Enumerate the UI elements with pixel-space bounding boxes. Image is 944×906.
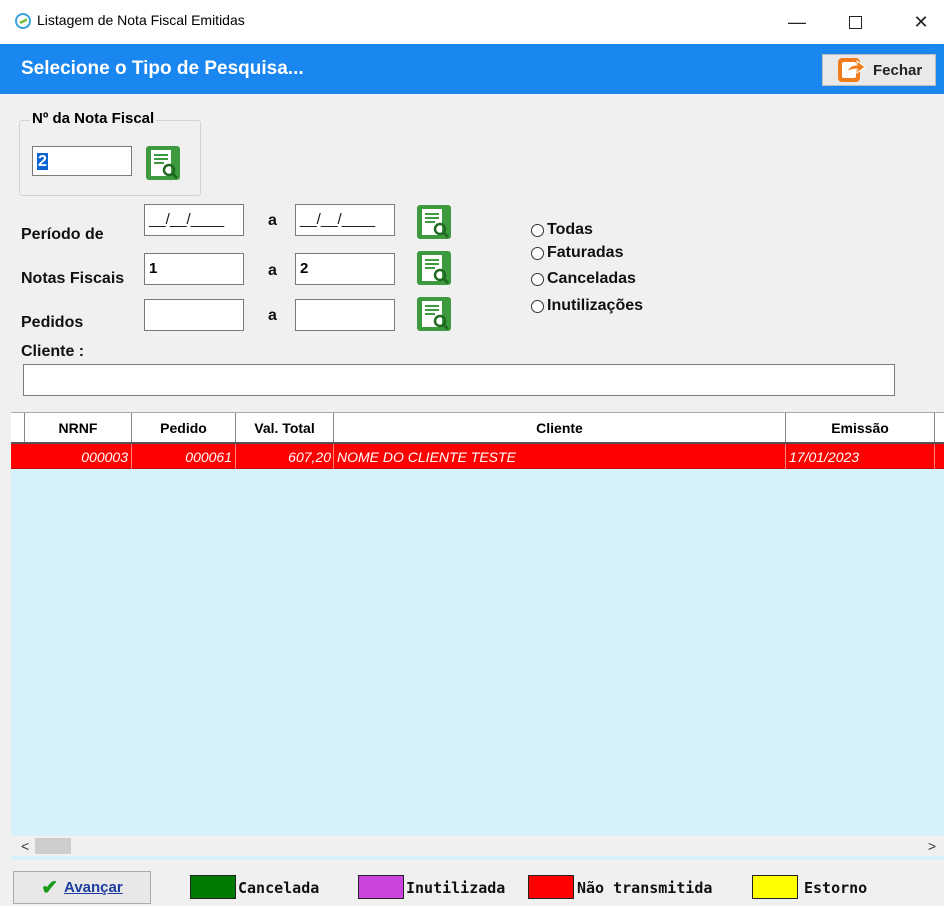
radio-faturadas[interactable]: Faturadas — [531, 244, 623, 262]
search-notas-icon[interactable] — [416, 250, 452, 286]
exit-icon — [838, 58, 866, 82]
legend-swatch-nao-transmitida — [528, 875, 574, 899]
pedidos-a-label: a — [268, 307, 277, 324]
close-button-label: Fechar — [873, 61, 923, 79]
title-bar: Listagem de Nota Fiscal Emitidas — ✕ — [0, 0, 944, 44]
grid-header: NRNF Pedido Val. Total Cliente Emissão — [11, 413, 944, 444]
column-header-nrnf[interactable]: NRNF — [25, 413, 132, 442]
legend-label-cancelada: Cancelada — [238, 879, 320, 897]
column-header-pedido[interactable]: Pedido — [132, 413, 236, 442]
radio-circle-icon — [531, 272, 544, 286]
nota-fiscal-value: 2 — [37, 153, 48, 170]
app-window: Listagem de Nota Fiscal Emitidas — ✕ Sel… — [0, 0, 944, 906]
pedidos-from-input[interactable] — [144, 299, 244, 331]
cliente-input[interactable] — [23, 364, 895, 396]
search-nota-icon[interactable] — [145, 145, 181, 181]
maximize-icon — [848, 15, 862, 29]
minimize-button[interactable]: — — [774, 8, 820, 36]
pedidos-to-input[interactable] — [295, 299, 395, 331]
search-pedidos-icon[interactable] — [416, 296, 452, 332]
search-periodo-icon[interactable] — [416, 204, 452, 240]
legend-label-nao-transmitida: Não transmitida — [577, 879, 713, 897]
window-title: Listagem de Nota Fiscal Emitidas — [37, 12, 245, 28]
radio-circle-icon — [531, 223, 544, 237]
column-header-cliente[interactable]: Cliente — [334, 413, 786, 442]
radio-label: Todas — [547, 221, 593, 238]
periodo-label: Período de — [21, 226, 104, 243]
header-title: Selecione o Tipo de Pesquisa... — [21, 58, 304, 79]
radio-todas[interactable]: Todas — [531, 221, 593, 239]
app-logo-icon — [15, 13, 31, 29]
legend-label-inutilizada: Inutilizada — [406, 879, 506, 897]
legend-label-estorno: Estorno — [804, 879, 868, 897]
notas-a-label: a — [268, 262, 277, 279]
pedidos-label: Pedidos — [21, 314, 84, 331]
notas-from-input[interactable]: 1 — [144, 253, 244, 285]
cell-cliente: NOME DO CLIENTE TESTE — [334, 444, 786, 469]
table-row[interactable]: 000003 000061 607,20 NOME DO CLIENTE TES… — [11, 444, 944, 469]
search-header: Selecione o Tipo de Pesquisa... Fechar — [0, 44, 944, 94]
checkmark-icon: ✔ — [41, 877, 59, 899]
periodo-from-input[interactable]: __/__/____ — [144, 204, 244, 236]
notas-to-input[interactable]: 2 — [295, 253, 395, 285]
radio-canceladas[interactable]: Canceladas — [531, 270, 636, 288]
notas-fiscais-label: Notas Fiscais — [21, 270, 125, 287]
advance-button-label: Avançar — [64, 879, 123, 896]
column-header-emissao[interactable]: Emissão — [786, 413, 935, 442]
periodo-to-input[interactable]: __/__/____ — [295, 204, 395, 236]
maximize-button[interactable] — [832, 8, 878, 36]
notas-grid[interactable]: NRNF Pedido Val. Total Cliente Emissão ▶… — [11, 412, 944, 860]
legend-swatch-inutilizada — [358, 875, 404, 899]
close-window-button[interactable]: ✕ — [898, 8, 944, 36]
nota-fiscal-legend: Nº da Nota Fiscal — [30, 110, 157, 127]
column-header-val-total[interactable]: Val. Total — [236, 413, 334, 442]
periodo-a-label: a — [268, 212, 277, 229]
nota-fiscal-input[interactable]: 2 — [32, 146, 132, 176]
radio-circle-icon — [531, 246, 544, 260]
cliente-label: Cliente : — [21, 343, 85, 360]
scroll-left-icon[interactable]: < — [21, 838, 29, 854]
cell-emissao: 17/01/2023 — [786, 444, 935, 469]
advance-button[interactable]: ✔ Avançar — [13, 871, 151, 904]
radio-inutilizacoes[interactable]: Inutilizações — [531, 297, 643, 315]
cell-pedido: 000061 — [132, 444, 236, 469]
radio-label: Canceladas — [547, 270, 636, 287]
indicator-header — [11, 413, 25, 442]
scroll-thumb[interactable] — [35, 838, 71, 854]
scroll-right-icon[interactable]: > — [928, 838, 936, 854]
radio-label: Faturadas — [547, 244, 624, 261]
legend-swatch-estorno — [752, 875, 798, 899]
close-button[interactable]: Fechar — [822, 54, 936, 86]
radio-label: Inutilizações — [547, 297, 644, 314]
horizontal-scrollbar[interactable]: < > — [11, 836, 944, 856]
legend-swatch-cancelada — [190, 875, 236, 899]
radio-circle-icon — [531, 299, 544, 313]
cell-nrnf: 000003 — [25, 444, 132, 469]
cell-val-total: 607,20 — [236, 444, 334, 469]
